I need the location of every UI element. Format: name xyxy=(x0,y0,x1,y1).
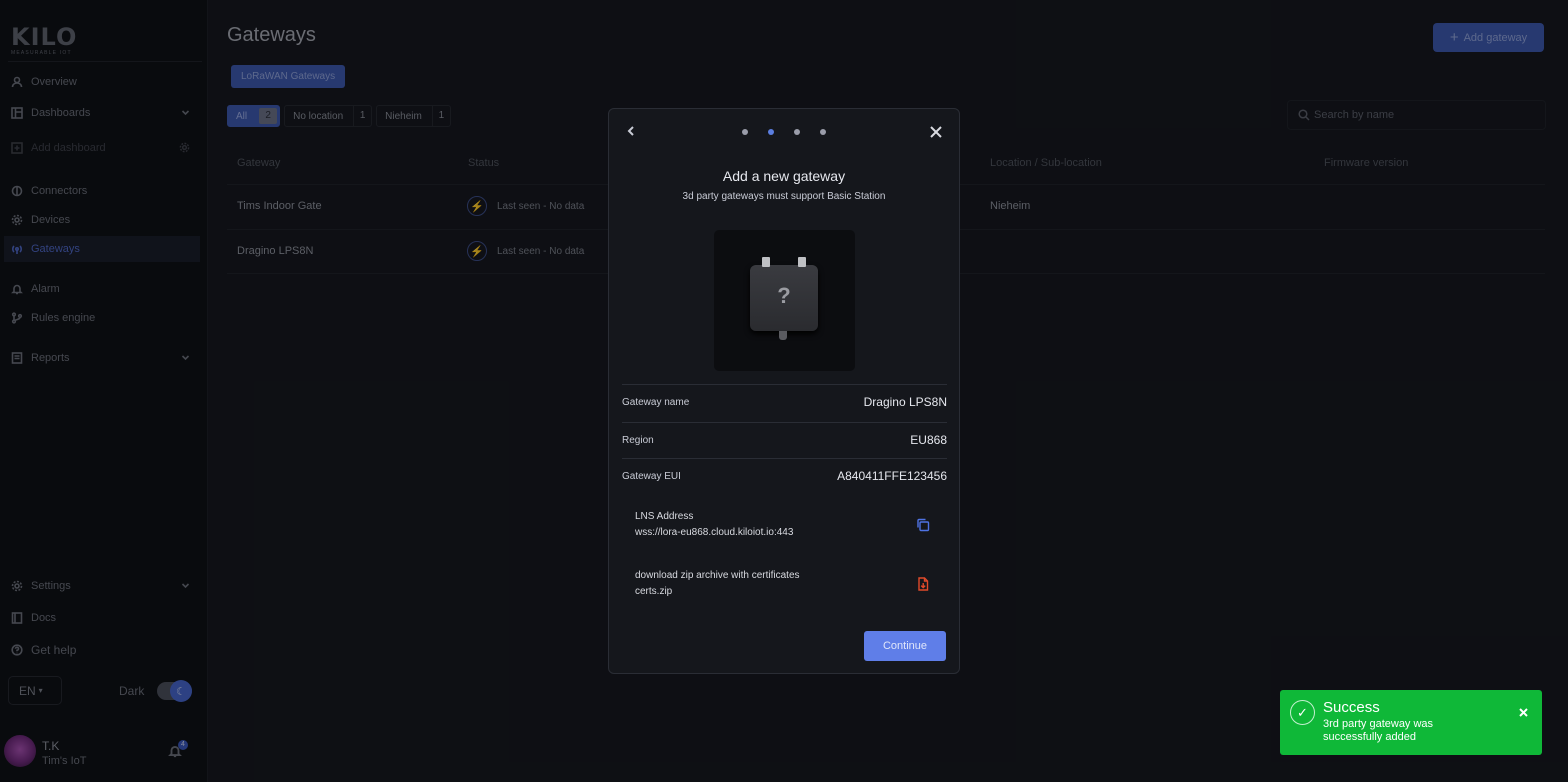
toast-title: Success xyxy=(1323,699,1380,716)
field-gateway-name: Gateway name Dragino LPS8N xyxy=(622,384,947,422)
step-dot xyxy=(742,129,748,135)
close-icon xyxy=(930,126,942,138)
close-button[interactable] xyxy=(930,125,942,143)
toast-close-button[interactable] xyxy=(1519,704,1528,722)
continue-button[interactable]: Continue xyxy=(864,631,946,661)
antenna-connector xyxy=(762,257,770,267)
unknown-gateway-device-image: ? xyxy=(750,257,818,340)
certs-label: download zip archive with certificates xyxy=(635,570,800,581)
step-dot xyxy=(820,129,826,135)
download-button[interactable] xyxy=(916,577,930,596)
lns-value: wss://lora-eu868.cloud.kiloiot.io:443 xyxy=(635,527,794,538)
question-mark: ? xyxy=(777,283,791,308)
lns-label: LNS Address xyxy=(635,511,694,522)
toast-message: 3rd party gateway was successfully added xyxy=(1323,718,1434,743)
field-region: Region EU868 xyxy=(622,422,947,460)
device-foot xyxy=(779,331,787,340)
lns-address: LNS Address wss://lora-eu868.cloud.kiloi… xyxy=(635,509,793,541)
step-indicator xyxy=(742,129,826,135)
step-dot-active xyxy=(768,129,774,135)
chevron-left-icon xyxy=(627,126,634,136)
copy-button[interactable] xyxy=(916,518,930,537)
add-gateway-modal: Add a new gateway 3d party gateways must… xyxy=(608,108,960,674)
back-button[interactable] xyxy=(625,124,637,141)
close-icon xyxy=(1519,708,1528,717)
field-label: Gateway name xyxy=(622,397,690,408)
field-label: Region xyxy=(622,435,654,446)
field-value: Dragino LPS8N xyxy=(863,395,947,409)
antenna-connector xyxy=(798,257,806,267)
field-gateway-eui: Gateway EUI A840411FFE123456 xyxy=(622,458,947,496)
success-toast: ✓ Success 3rd party gateway was successf… xyxy=(1280,690,1542,755)
field-value: A840411FFE123456 xyxy=(837,469,947,483)
check-icon: ✓ xyxy=(1290,700,1315,725)
modal-subtitle: 3d party gateways must support Basic Sta… xyxy=(682,191,886,202)
gateway-image: ? xyxy=(714,230,855,371)
certificates-download: download zip archive with certificates c… xyxy=(635,568,800,600)
copy-icon xyxy=(917,518,930,532)
modal-title: Add a new gateway xyxy=(722,168,846,184)
field-label: Gateway EUI xyxy=(622,471,681,482)
file-download-icon xyxy=(918,577,929,591)
field-value: EU868 xyxy=(910,433,947,447)
step-dot xyxy=(794,129,800,135)
certs-filename: certs.zip xyxy=(635,586,673,597)
